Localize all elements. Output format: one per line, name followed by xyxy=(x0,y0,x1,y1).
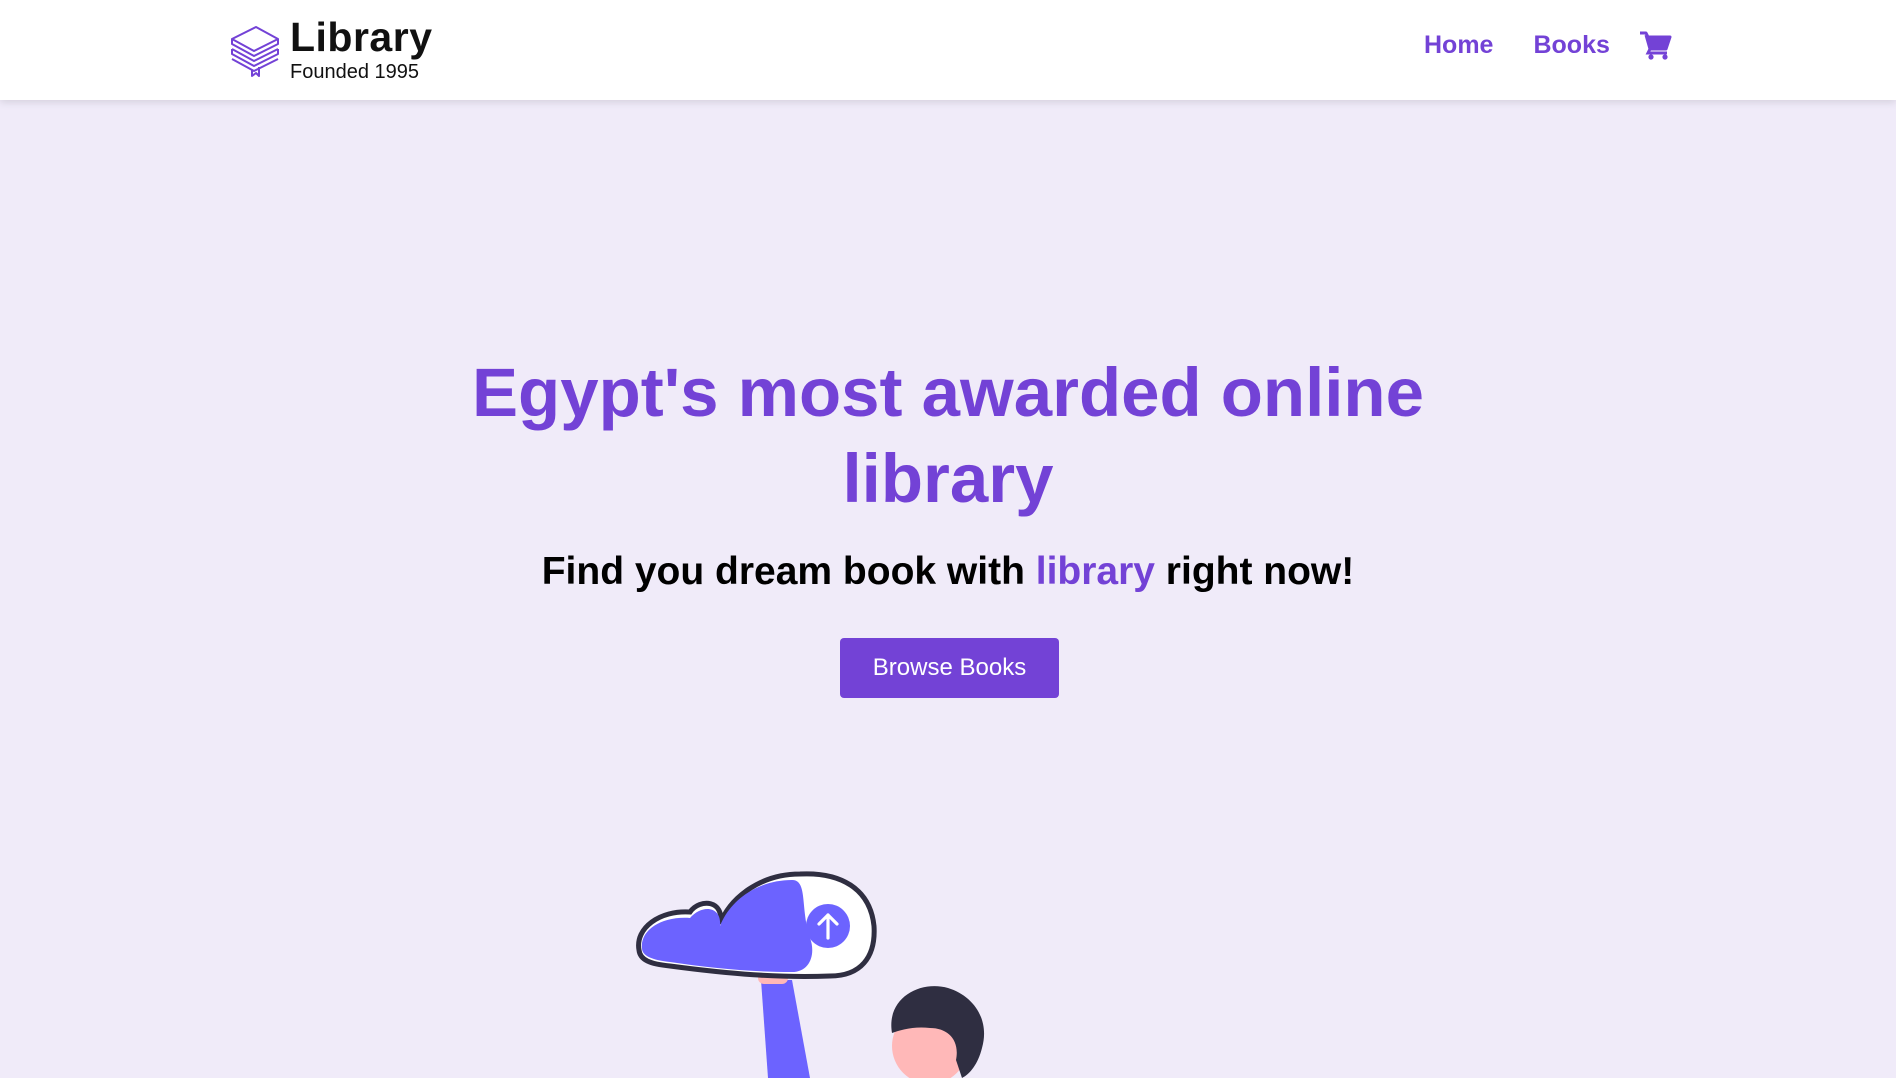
hero-subtitle-accent: library xyxy=(1035,550,1155,593)
person-uploading-cloud-illustration xyxy=(636,871,985,1078)
hero-title: Egypt's most awarded online library xyxy=(448,350,1448,522)
hero-subtitle-after: right now! xyxy=(1154,550,1355,593)
shopping-cart-icon[interactable] xyxy=(1639,30,1672,60)
stacked-books-icon xyxy=(231,26,279,77)
hero-title-line1: Egypt's most awarded online xyxy=(472,354,1424,431)
browse-books-button[interactable]: Browse Books xyxy=(840,638,1059,698)
hero-title-line2: library xyxy=(842,440,1054,517)
hero-subtitle-before: Find you dream book with xyxy=(541,550,1036,593)
brand-text: Library Founded 1995 xyxy=(290,13,433,83)
nav-link-books[interactable]: Books xyxy=(1533,31,1609,60)
nav-link-home[interactable]: Home xyxy=(1424,31,1493,60)
hero-subtitle: Find you dream book with library right n… xyxy=(448,550,1448,594)
brand-title: Library xyxy=(290,13,433,60)
brand-logo-link[interactable]: Library Founded 1995 xyxy=(228,14,433,84)
nav-links: Home Books xyxy=(1424,30,1672,60)
brand-subtitle: Founded 1995 xyxy=(290,60,420,83)
navbar: Library Founded 1995 Home Books xyxy=(0,0,1896,100)
